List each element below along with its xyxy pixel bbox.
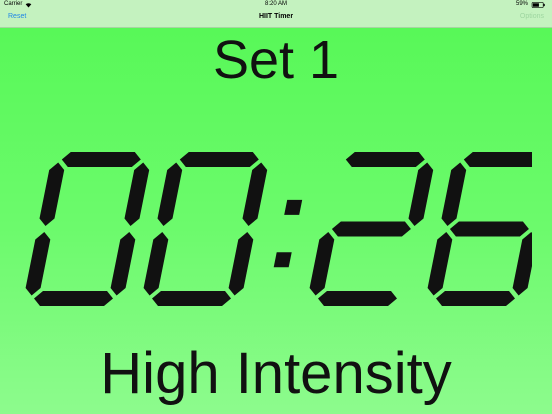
timer-digit-segment <box>309 232 335 296</box>
status-time: 8:20 AM <box>264 1 287 7</box>
timer-digit-segment <box>318 291 397 306</box>
timer-digit-segment <box>242 162 268 226</box>
timer-digit-segment <box>157 162 183 226</box>
timer-digit-segment <box>228 232 254 296</box>
timer-digit-segment <box>152 291 231 306</box>
phase-label: High Intensity <box>100 341 452 406</box>
battery-icon <box>531 2 545 8</box>
timer-digit-segment <box>61 152 141 167</box>
set-label: Set 1 <box>212 30 340 90</box>
timer-digit-segment <box>512 232 532 296</box>
timer-digit-segment <box>34 291 113 306</box>
timer-digit-segment <box>449 221 529 237</box>
timer-digit-segment <box>179 152 259 167</box>
timer-digit-segment <box>331 221 411 237</box>
timer-digit-segment <box>25 232 51 296</box>
timer-digit-segment <box>110 232 136 296</box>
timer-digit-segment <box>427 232 453 296</box>
timer-digit-segment <box>463 152 532 167</box>
timer-digit-segment <box>143 232 169 296</box>
status-bar: Carrier 8:20 AM 59% <box>0 0 552 10</box>
timer-digit-segment <box>124 162 150 226</box>
battery-percentage: 59% <box>515 1 528 7</box>
timer-screen: Carrier 8:20 AM 59% Reset HIIT Timer Opt… <box>0 0 552 414</box>
timer-digit-segment <box>441 162 467 226</box>
timer-display <box>25 152 532 306</box>
navigation-bar: Reset HIIT Timer Options <box>0 10 552 28</box>
timer-colon-dot <box>273 252 292 268</box>
timer-digit-segment <box>408 162 434 226</box>
timer-digit-segment <box>436 291 515 306</box>
timer-digit-segment <box>345 152 425 167</box>
timer-digit-segment <box>39 162 65 226</box>
page-title: HIIT Timer <box>258 13 294 20</box>
timer-colon-dot <box>284 199 303 215</box>
options-button[interactable]: Options <box>520 13 544 20</box>
